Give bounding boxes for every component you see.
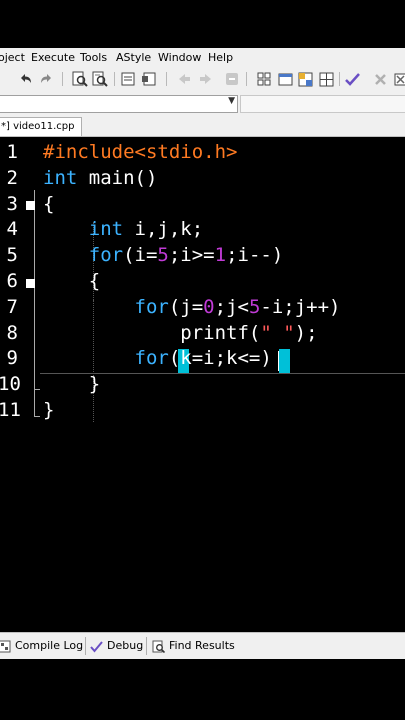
code-token: ;i--) xyxy=(226,244,284,267)
code-token: 1 xyxy=(214,244,227,267)
table-icon[interactable] xyxy=(297,71,313,87)
code-token: { xyxy=(43,270,101,292)
menu-window[interactable]: Window xyxy=(158,51,201,64)
tab-compile-log[interactable]: Compile Log xyxy=(0,637,83,655)
close-icon[interactable] xyxy=(372,71,388,87)
code-line[interactable]: int main() xyxy=(43,167,157,189)
search-icon xyxy=(152,640,166,653)
line-number: 11 xyxy=(0,399,21,421)
code-line[interactable]: #include<stdio.h> xyxy=(43,141,237,163)
code-token: main() xyxy=(77,166,158,189)
line-number: 3 xyxy=(6,192,18,215)
code-line[interactable]: for(i=5;i>=1;i--) xyxy=(43,244,284,267)
text-caret xyxy=(278,351,279,371)
replace-icon[interactable] xyxy=(92,71,108,87)
code-line[interactable]: { xyxy=(43,193,54,215)
run-icon[interactable] xyxy=(141,71,157,87)
fold-line xyxy=(34,190,35,416)
grid-layout-icon[interactable] xyxy=(318,71,334,87)
code-token: 0 xyxy=(203,295,215,318)
check-icon xyxy=(90,640,103,653)
line-number: 4 xyxy=(6,218,18,241)
check-icon[interactable] xyxy=(344,71,360,87)
line-number: 1 xyxy=(6,141,18,163)
code-token: for xyxy=(43,347,169,370)
toolbar xyxy=(0,68,405,90)
code-token: #include<stdio.h> xyxy=(43,141,238,163)
code-token: (j= xyxy=(168,295,204,318)
grid-icon[interactable] xyxy=(256,71,272,87)
code-line[interactable]: for(j=0;j<5-i;j++) xyxy=(43,295,341,318)
chevron-down-icon[interactable]: ▼ xyxy=(228,96,235,106)
window-icon[interactable] xyxy=(277,71,293,87)
tools-icon[interactable] xyxy=(392,71,405,87)
code-line[interactable]: { xyxy=(43,270,100,292)
fold-end-10 xyxy=(34,389,40,390)
line-number: 8 xyxy=(6,321,18,344)
compile-icon[interactable] xyxy=(120,71,136,87)
menu-tools[interactable]: Tools xyxy=(80,51,107,64)
undo-icon[interactable] xyxy=(18,71,34,87)
code-line[interactable]: printf(" "); xyxy=(43,321,318,344)
menu-bar: oject Execute Tools AStyle Window Help xyxy=(0,48,405,68)
menu-help[interactable]: Help xyxy=(208,51,233,64)
line-number: 5 xyxy=(6,244,18,267)
tab-debug[interactable]: Debug xyxy=(90,637,143,655)
code-token: int xyxy=(43,166,78,189)
stop-icon[interactable] xyxy=(224,71,240,87)
fold-marker-3[interactable] xyxy=(26,201,35,210)
code-line[interactable]: int i,j,k; xyxy=(43,218,203,240)
code-token: ;j< xyxy=(214,295,249,318)
code-line[interactable]: } xyxy=(43,373,100,395)
code-line[interactable]: } xyxy=(43,399,54,421)
fold-marker-6[interactable] xyxy=(26,279,35,288)
tab-find-results-label: Find Results xyxy=(169,639,235,652)
code-token: i,j,k; xyxy=(123,218,204,241)
line-number: 10 xyxy=(0,373,21,396)
function-dropdown[interactable] xyxy=(240,95,405,113)
code-token: printf( xyxy=(43,321,261,344)
tab-compile-log-label: Compile Log xyxy=(15,639,84,652)
forward-icon[interactable] xyxy=(198,71,214,87)
code-token: ); xyxy=(294,321,318,344)
class-browser-bar: ▼ xyxy=(0,90,405,116)
tab-debug-label: Debug xyxy=(107,639,144,652)
menu-astyle[interactable]: AStyle xyxy=(116,51,151,64)
tab-video11-cpp[interactable]: *] video11.cpp xyxy=(0,117,82,136)
code-token: int xyxy=(43,218,124,241)
code-token: -i;j++) xyxy=(260,295,341,318)
code-token: } xyxy=(43,373,101,396)
redo-icon[interactable] xyxy=(38,71,54,87)
code-token: ;i>= xyxy=(168,244,215,267)
class-dropdown[interactable]: ▼ xyxy=(0,95,238,113)
back-icon[interactable] xyxy=(176,71,192,87)
tab-find-results[interactable]: Find Results xyxy=(152,637,235,655)
code-line[interactable]: for(k=i;k<=) xyxy=(43,347,272,369)
code-token: } xyxy=(43,399,55,421)
code-token: (k=i;k<=) xyxy=(168,347,272,370)
compile-log-icon xyxy=(0,640,11,653)
line-number: 6 xyxy=(6,270,18,292)
code-token: (i= xyxy=(123,244,158,267)
line-number: 9 xyxy=(6,347,18,370)
code-token: 5 xyxy=(248,295,261,318)
editor-tabs: *] video11.cpp xyxy=(0,116,405,137)
menu-execute[interactable]: Execute xyxy=(31,51,75,64)
code-token: for xyxy=(43,244,124,267)
code-token: { xyxy=(43,192,55,215)
line-number: 2 xyxy=(6,166,18,189)
search-icon[interactable] xyxy=(72,71,88,87)
code-token: " " xyxy=(260,321,295,344)
fold-end-11 xyxy=(34,416,40,417)
code-token: for xyxy=(43,295,169,318)
bottom-panel-tabs: Compile Log Debug Find Results xyxy=(0,632,405,659)
menu-project[interactable]: oject xyxy=(0,51,25,64)
line-number: 7 xyxy=(6,295,18,318)
code-token: 5 xyxy=(157,244,169,267)
bracket-highlight-close xyxy=(279,349,290,373)
